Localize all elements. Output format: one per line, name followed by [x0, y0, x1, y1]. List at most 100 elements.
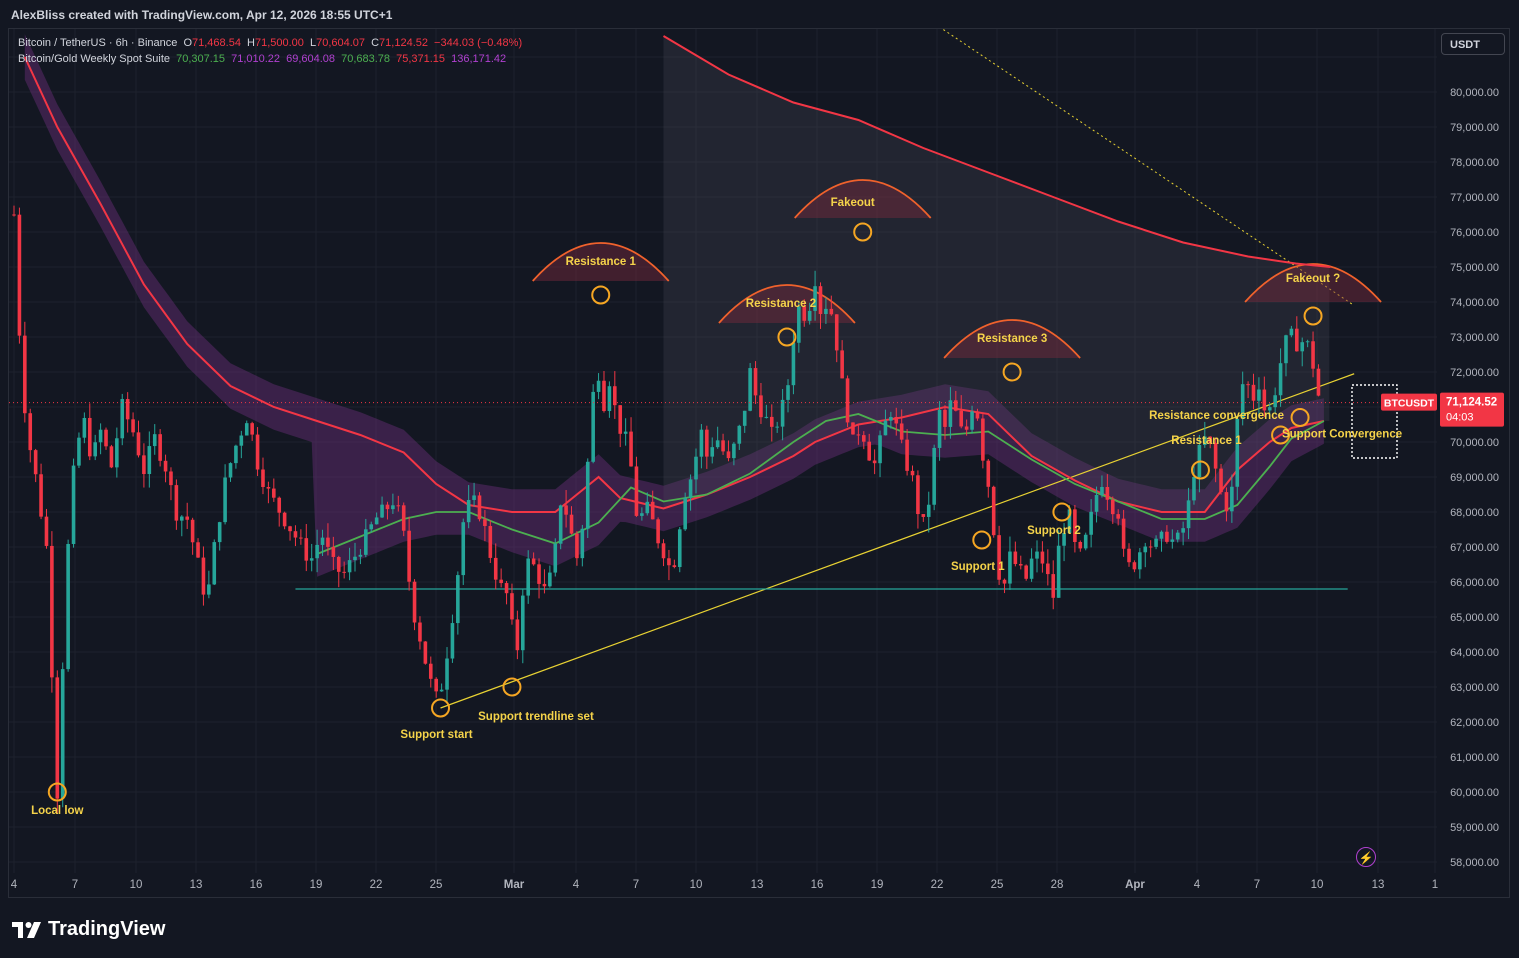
time-tick-label: Mar [504, 879, 525, 891]
candle-body [748, 368, 752, 411]
price-tick-label: 62,000.00 [1450, 717, 1499, 729]
candle-body [1165, 531, 1169, 542]
candle [591, 384, 595, 464]
candle-body [894, 416, 899, 424]
candle-body [1078, 541, 1083, 549]
candle [932, 444, 936, 511]
candle-body [109, 446, 114, 468]
candle-body [439, 689, 444, 692]
indicator-legend-row[interactable]: Bitcoin/Gold Weekly Spot Suite 70,307.15… [18, 51, 525, 67]
candle-body [1051, 574, 1056, 598]
candle [299, 529, 303, 545]
candle-body [364, 529, 368, 555]
candle [1035, 540, 1039, 573]
candle-body [661, 543, 666, 559]
candle-body [769, 416, 774, 427]
marker-label-3: Resistance 1 [566, 256, 637, 268]
marker-circle-7 [972, 530, 992, 550]
candle-body [623, 431, 628, 434]
candle-body [721, 440, 725, 452]
candle-body [780, 399, 785, 427]
candle-body [607, 386, 612, 412]
candle-body [688, 479, 693, 498]
close-label: C [371, 37, 380, 49]
candle [1078, 540, 1083, 552]
time-tick-label: 22 [931, 879, 944, 891]
candle [878, 430, 882, 478]
candle [39, 463, 43, 520]
time-tick-label: 13 [190, 879, 203, 891]
candle-body [954, 400, 958, 411]
candle-body [645, 501, 650, 514]
candle [580, 524, 585, 567]
candle-body [385, 504, 390, 510]
candle [629, 417, 633, 467]
marker-label-6: Resistance 3 [977, 333, 1047, 345]
candle [120, 393, 125, 446]
candle [201, 546, 206, 606]
candle [916, 470, 920, 529]
candle-body [656, 519, 660, 544]
candle [158, 429, 162, 467]
candle-body [710, 447, 715, 457]
candle-body [1029, 558, 1034, 579]
candle-body [217, 522, 222, 543]
candle-body [1284, 335, 1288, 364]
candle-body [575, 533, 579, 559]
candle-body [299, 537, 303, 539]
candle [456, 571, 460, 635]
candle-body [699, 429, 704, 457]
candle-body [239, 435, 244, 446]
candle-body [428, 663, 433, 679]
candle [412, 579, 417, 631]
candle [71, 458, 76, 548]
candle-body [434, 678, 438, 692]
time-tick-label: 4 [573, 879, 580, 891]
indicator-value-2: 71,010.22 [231, 53, 281, 65]
candle-body [640, 513, 644, 516]
time-tick-label: 25 [991, 879, 1004, 891]
candle [163, 454, 168, 483]
candle-body [55, 677, 60, 799]
candle [239, 430, 244, 459]
indicator-value-6: 136,171.42 [451, 53, 507, 65]
candle-body [845, 378, 850, 423]
candle [667, 549, 671, 581]
candle [136, 420, 141, 458]
price-tick-label: 72,000.00 [1450, 367, 1499, 379]
candle-body [672, 565, 677, 568]
candle [44, 508, 49, 549]
candle-body [759, 395, 763, 418]
candle-body [1295, 328, 1299, 352]
currency-button[interactable]: USDT [1441, 33, 1505, 55]
candle [488, 520, 493, 563]
candle-body [342, 571, 346, 573]
candle-body [667, 558, 671, 566]
candle-body [158, 434, 162, 461]
price-chart[interactable]: Local low Support start Support trendline … [0, 0, 1519, 958]
time-tick-label: 28 [1051, 879, 1064, 891]
marker-label-7: Support 1 [951, 561, 1005, 573]
candle [288, 525, 292, 541]
candle-body [629, 431, 633, 467]
candle-body [1305, 341, 1310, 343]
candle [607, 381, 612, 418]
candle-body [1186, 500, 1191, 529]
candle-body [694, 456, 698, 480]
price-tick-label: 75,000.00 [1450, 262, 1499, 274]
candle-body [937, 409, 942, 448]
candle [596, 373, 601, 400]
candle [55, 670, 60, 814]
time-tick-label: 10 [130, 879, 143, 891]
time-tick-label: 10 [690, 879, 703, 891]
tradingview-logo[interactable]: TradingView [12, 918, 165, 941]
candle-body [33, 450, 38, 475]
candle-body [190, 519, 195, 543]
lightning-icon[interactable]: ⚡ [1356, 847, 1376, 867]
symbol-legend-row[interactable]: Bitcoin / TetherUS · 6h · Binance O71,46… [18, 35, 525, 51]
candle-body [1094, 495, 1099, 512]
candle-body [1040, 551, 1045, 564]
candle-body [493, 557, 498, 580]
candle-body [910, 470, 915, 476]
candle-body [861, 435, 866, 442]
